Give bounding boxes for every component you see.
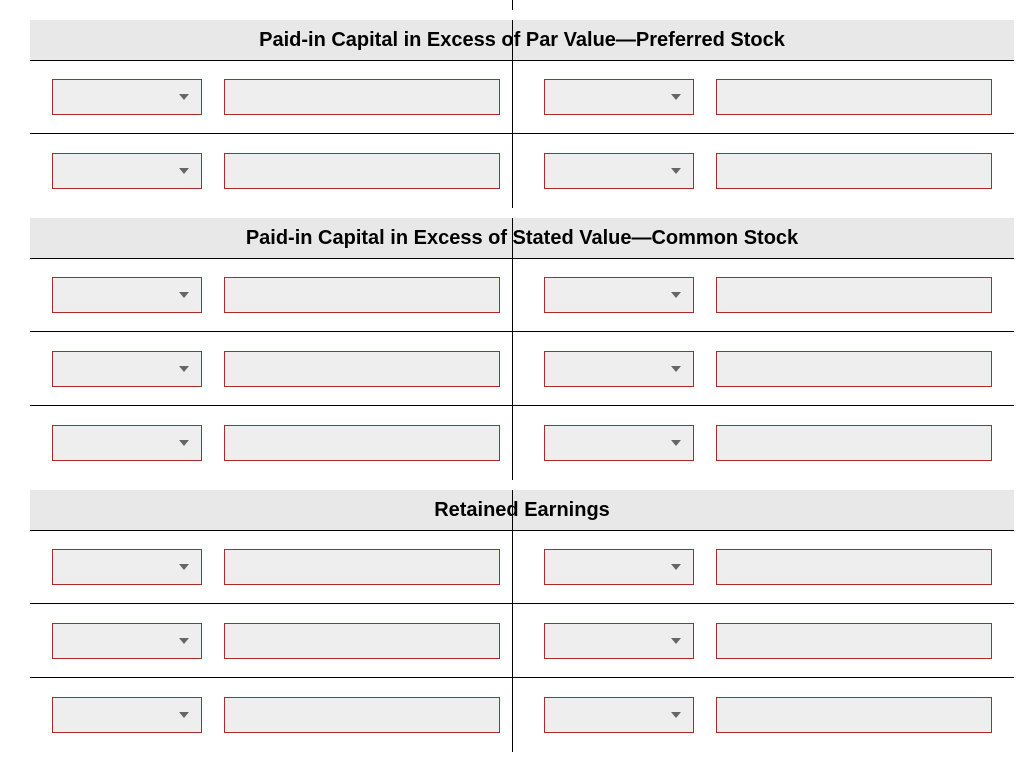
date-dropdown[interactable] <box>544 351 694 387</box>
section-body-preferred <box>30 60 1014 208</box>
section-header-retained: Retained Earnings <box>30 490 1014 530</box>
amount-input[interactable] <box>224 351 500 387</box>
credit-cell <box>522 549 1014 585</box>
credit-cell <box>522 79 1014 115</box>
amount-input[interactable] <box>716 425 992 461</box>
section-header-common: Paid-in Capital in Excess of Stated Valu… <box>30 218 1014 258</box>
debit-cell <box>30 623 522 659</box>
date-dropdown[interactable] <box>52 277 202 313</box>
credit-cell <box>522 697 1014 733</box>
amount-input[interactable] <box>224 697 500 733</box>
section-body-common <box>30 258 1014 480</box>
amount-input[interactable] <box>716 79 992 115</box>
amount-input[interactable] <box>224 79 500 115</box>
debit-cell <box>30 153 522 189</box>
date-dropdown[interactable] <box>544 549 694 585</box>
debit-cell <box>30 425 522 461</box>
date-dropdown[interactable] <box>52 153 202 189</box>
amount-input[interactable] <box>224 277 500 313</box>
date-dropdown[interactable] <box>52 425 202 461</box>
credit-cell <box>522 425 1014 461</box>
entry-row <box>30 530 1014 604</box>
credit-cell <box>522 623 1014 659</box>
worksheet: Paid-in Capital in Excess of Par Value—P… <box>0 0 1024 782</box>
entry-row <box>30 134 1014 208</box>
entry-row <box>30 258 1014 332</box>
debit-cell <box>30 549 522 585</box>
debit-cell <box>30 79 522 115</box>
section-header-preferred: Paid-in Capital in Excess of Par Value—P… <box>30 20 1014 60</box>
date-dropdown[interactable] <box>52 351 202 387</box>
date-dropdown[interactable] <box>544 425 694 461</box>
entry-row <box>30 332 1014 406</box>
amount-input[interactable] <box>224 153 500 189</box>
credit-cell <box>522 277 1014 313</box>
debit-cell <box>30 697 522 733</box>
entry-row <box>30 406 1014 480</box>
date-dropdown[interactable] <box>544 623 694 659</box>
date-dropdown[interactable] <box>544 79 694 115</box>
entry-row <box>30 678 1014 752</box>
section-title: Paid-in Capital in Excess of Stated Valu… <box>246 227 798 250</box>
amount-input[interactable] <box>716 277 992 313</box>
amount-input[interactable] <box>224 549 500 585</box>
amount-input[interactable] <box>224 425 500 461</box>
section-title: Retained Earnings <box>434 499 610 522</box>
date-dropdown[interactable] <box>544 277 694 313</box>
date-dropdown[interactable] <box>544 697 694 733</box>
date-dropdown[interactable] <box>52 549 202 585</box>
amount-input[interactable] <box>716 153 992 189</box>
date-dropdown[interactable] <box>52 697 202 733</box>
debit-cell <box>30 277 522 313</box>
entry-row <box>30 60 1014 134</box>
amount-input[interactable] <box>716 351 992 387</box>
date-dropdown[interactable] <box>52 79 202 115</box>
amount-input[interactable] <box>716 549 992 585</box>
credit-cell <box>522 153 1014 189</box>
debit-cell <box>30 351 522 387</box>
amount-input[interactable] <box>224 623 500 659</box>
amount-input[interactable] <box>716 623 992 659</box>
date-dropdown[interactable] <box>544 153 694 189</box>
credit-cell <box>522 351 1014 387</box>
date-dropdown[interactable] <box>52 623 202 659</box>
divider-stub <box>30 0 1014 10</box>
amount-input[interactable] <box>716 697 992 733</box>
entry-row <box>30 604 1014 678</box>
section-title: Paid-in Capital in Excess of Par Value—P… <box>259 29 785 52</box>
section-body-retained <box>30 530 1014 752</box>
